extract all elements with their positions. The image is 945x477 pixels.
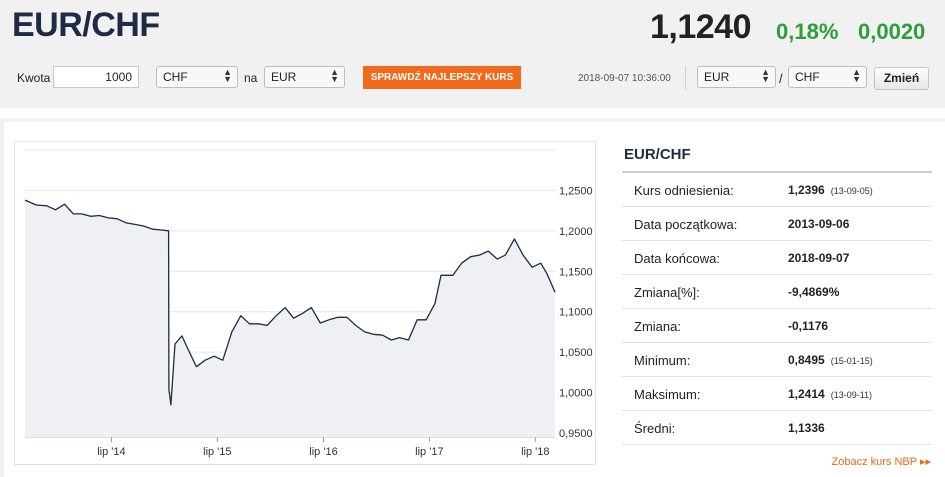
to-currency-value: EUR	[271, 70, 297, 84]
check-best-rate-button[interactable]: SPRAWDŹ NAJLEPSZY KURS	[363, 66, 521, 89]
stats-value: 1,1336	[788, 421, 831, 435]
swap-button[interactable]: Zmień	[874, 67, 929, 90]
x-tick-label: lip '17	[415, 446, 443, 458]
pair-title: EUR/CHF	[12, 6, 160, 44]
stats-value: -9,4869%	[788, 285, 845, 299]
divider	[685, 66, 686, 90]
to-label: na	[244, 71, 258, 85]
y-tick-label: 1,1000	[559, 307, 593, 319]
change-percent: 0,18%	[776, 19, 839, 44]
value-text: -9,4869%	[788, 285, 840, 299]
stats-value: 1,2414 (13-09-11)	[788, 387, 872, 401]
updown-arrows-icon: ▲ ▼	[330, 67, 339, 84]
amount-input[interactable]	[53, 66, 139, 88]
stats-label: Data końcowa:	[634, 251, 720, 266]
updown-arrows-icon: ▲ ▼	[852, 67, 861, 84]
nbp-rate-link[interactable]: Zobacz kurs NBP ▸▸	[832, 455, 931, 468]
updown-arrows-icon: ▲ ▼	[223, 67, 232, 84]
value-date: (15-01-15)	[830, 356, 873, 366]
stats-label: Minimum:	[634, 353, 691, 368]
x-tick-label: lip '15	[203, 446, 231, 458]
stats-row: Minimum: 0,8495 (15-01-15)	[622, 343, 932, 377]
x-tick-label: lip '16	[309, 446, 337, 458]
series-area	[25, 200, 555, 437]
stats-label: Kurs odniesienia:	[634, 183, 734, 198]
value-text: 2018-09-07	[788, 251, 850, 265]
stats-row: Średni: 1,1336	[622, 411, 932, 445]
stats-label: Data początkowa:	[634, 217, 738, 232]
to-currency-select[interactable]: EUR ▲ ▼	[264, 66, 345, 88]
value-date: (13-09-11)	[830, 390, 873, 400]
timestamp: 2018-09-07 10:36:00	[578, 73, 671, 84]
value-text: 1,2396	[788, 183, 825, 197]
value-text: 1,1336	[788, 421, 825, 435]
base-currency-value: EUR	[704, 70, 730, 84]
stats-row: Data końcowa: 2018-09-07	[622, 241, 932, 275]
base-currency-select[interactable]: EUR ▲ ▼	[697, 66, 776, 88]
current-rate: 1,1240	[650, 8, 752, 46]
stats-panel: EUR/CHF Kurs odniesienia: 1,2396 (13-09-0…	[614, 140, 932, 450]
quote-currency-select[interactable]: CHF ▲ ▼	[788, 66, 867, 88]
stats-title: EUR/CHF	[624, 146, 691, 163]
stats-value: 2013-09-06	[788, 217, 855, 231]
pair-separator: /	[779, 71, 783, 86]
stats-label: Zmiana[%]:	[634, 285, 700, 300]
stats-label: Maksimum:	[634, 387, 701, 402]
x-tick-label: lip '14	[97, 446, 125, 458]
price-chart-svg: 1,2500 1,2000 1,1500 1,1000 1,0500 1,0000 0,95…	[24, 149, 593, 458]
y-tick-label: 1,2500	[559, 185, 593, 197]
y-tick-label: 0,9500	[559, 428, 593, 440]
updown-arrows-icon: ▲ ▼	[761, 67, 770, 84]
stats-value: 1,2396 (13-09-05)	[788, 183, 873, 197]
from-currency-value: CHF	[163, 70, 188, 84]
stats-value: -0,1176	[788, 319, 834, 333]
price-chart: 1,2500 1,2000 1,1500 1,1000 1,0500 1,0000 0,95…	[14, 141, 596, 465]
from-currency-select[interactable]: CHF ▲ ▼	[156, 66, 238, 88]
value-text: -0,1176	[788, 319, 829, 333]
value-text: 0,8495	[788, 353, 825, 367]
value-text: 2013-09-06	[788, 217, 850, 231]
stats-row: Zmiana[%]: -9,4869%	[622, 275, 932, 309]
stats-row: Zmiana: -0,1176	[622, 309, 932, 343]
stats-row: Data początkowa: 2013-09-06	[622, 207, 932, 241]
y-tick-label: 1,2000	[559, 226, 593, 238]
value-date: (13-09-05)	[830, 186, 873, 196]
stats-row: Kurs odniesienia: 1,2396 (13-09-05)	[622, 173, 932, 207]
amount-label: Kwota	[17, 71, 51, 85]
stats-label: Średni:	[634, 421, 676, 436]
stats-label: Zmiana:	[634, 319, 681, 334]
x-tick-label: lip '18	[521, 446, 549, 458]
stats-value: 2018-09-07	[788, 251, 855, 265]
stats-value: 0,8495 (15-01-15)	[788, 353, 873, 367]
y-tick-label: 1,0000	[559, 388, 593, 400]
y-tick-label: 1,1500	[559, 266, 593, 278]
change-absolute: 0,0020	[858, 19, 926, 44]
stats-row: Maksimum: 1,2414 (13-09-11)	[622, 377, 932, 411]
y-tick-label: 1,0500	[559, 347, 593, 359]
value-text: 1,2414	[788, 387, 825, 401]
quote-currency-value: CHF	[795, 70, 820, 84]
